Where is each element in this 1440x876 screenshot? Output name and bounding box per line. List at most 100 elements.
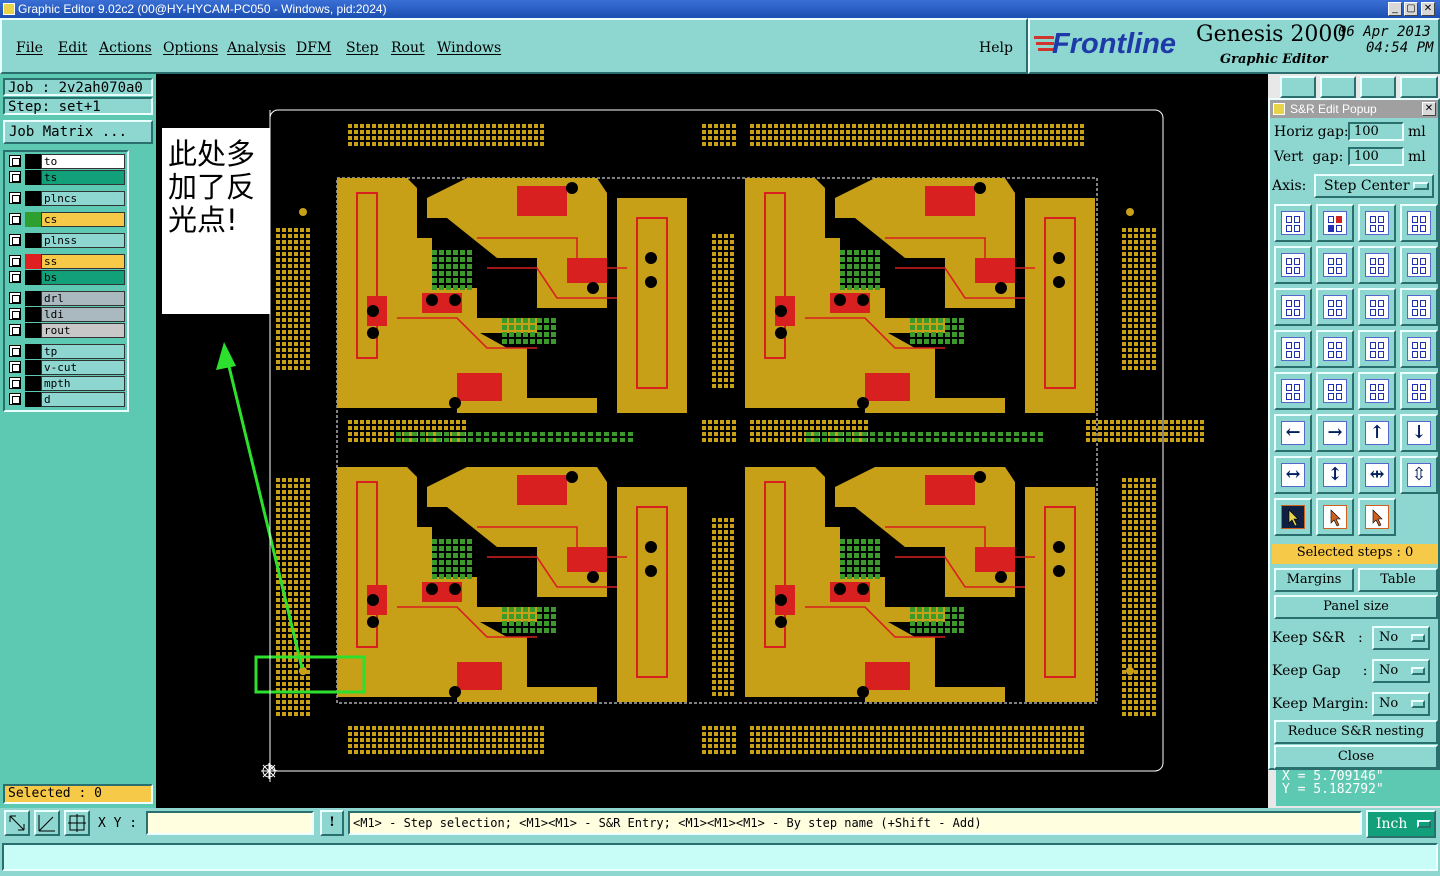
layer-row-d[interactable]: d bbox=[7, 392, 125, 407]
align-left-stack-icon[interactable] bbox=[1274, 330, 1312, 368]
measure-icon[interactable] bbox=[34, 810, 60, 836]
layer-row-tp[interactable]: tp bbox=[7, 344, 125, 359]
menu-edit[interactable]: Edit bbox=[58, 40, 87, 56]
panel-graphic[interactable] bbox=[156, 74, 1268, 808]
layer-checkbox[interactable] bbox=[9, 192, 21, 204]
align-center-stack-icon[interactable] bbox=[1316, 330, 1354, 368]
layer-checkbox[interactable] bbox=[9, 345, 21, 357]
layout-red-icon[interactable] bbox=[1316, 204, 1354, 242]
layer-row-ts[interactable]: ts bbox=[7, 170, 125, 185]
copy-icon[interactable] bbox=[1358, 246, 1396, 284]
xy-input[interactable] bbox=[146, 811, 314, 835]
vert-gap-input[interactable]: 100 bbox=[1348, 147, 1404, 166]
layer-checkbox[interactable] bbox=[9, 213, 21, 225]
menu-help[interactable]: Help bbox=[979, 40, 1013, 56]
minimize-button[interactable]: _ bbox=[1388, 2, 1402, 16]
menu-rout[interactable]: Rout bbox=[391, 40, 425, 56]
select-pointer-icon[interactable] bbox=[1274, 498, 1312, 536]
selected-count: Selected : 0 bbox=[3, 784, 153, 804]
keep-gap-dropdown[interactable]: No bbox=[1372, 659, 1430, 683]
maximize-button[interactable]: ▢ bbox=[1404, 2, 1418, 16]
arrow-up-icon[interactable]: ↑ bbox=[1358, 414, 1396, 452]
layer-checkbox[interactable] bbox=[9, 324, 21, 336]
layer-row-bs[interactable]: bs bbox=[7, 270, 125, 285]
menu-analysis[interactable]: Analysis bbox=[227, 40, 286, 56]
toolbar-button-3[interactable] bbox=[1360, 76, 1396, 98]
move-icon[interactable] bbox=[1274, 246, 1312, 284]
axis-dropdown[interactable]: Step Center bbox=[1314, 174, 1434, 198]
layer-checkbox[interactable] bbox=[9, 234, 21, 246]
arrow-down-icon[interactable]: ↓ bbox=[1400, 414, 1438, 452]
delete-icon[interactable] bbox=[1400, 246, 1438, 284]
job-matrix-button[interactable]: Job Matrix ... bbox=[3, 120, 153, 144]
reduce-sr-nesting-button[interactable]: Reduce S&R nesting bbox=[1274, 720, 1438, 744]
menu-step[interactable]: Step bbox=[346, 40, 378, 56]
shrink-v-icon[interactable]: ⇳ bbox=[1400, 456, 1438, 494]
layer-row-plncs[interactable]: plncs bbox=[7, 191, 125, 206]
expand-h-icon[interactable]: ↔ bbox=[1274, 456, 1312, 494]
layer-checkbox[interactable] bbox=[9, 271, 21, 283]
table-button[interactable]: Table bbox=[1358, 568, 1438, 592]
close-button[interactable]: Close bbox=[1274, 745, 1438, 769]
layout-2x2-icon[interactable] bbox=[1274, 204, 1312, 242]
horiz-gap-input[interactable]: 100 bbox=[1348, 122, 1404, 141]
margins-button[interactable]: Margins bbox=[1274, 568, 1354, 592]
distribute-bottom-icon[interactable] bbox=[1400, 330, 1438, 368]
layer-checkbox[interactable] bbox=[9, 255, 21, 267]
panel-size-button[interactable]: Panel size bbox=[1274, 595, 1438, 619]
keep-margin-dropdown[interactable]: No bbox=[1372, 692, 1430, 716]
align-vcenter-icon[interactable] bbox=[1274, 372, 1312, 410]
graphic-canvas[interactable]: 此处多 加了反 光点! bbox=[156, 74, 1268, 808]
keep-sr-dropdown[interactable]: No bbox=[1372, 626, 1430, 650]
expand-v-icon[interactable]: ↕ bbox=[1316, 456, 1354, 494]
distribute-h2-icon[interactable] bbox=[1358, 372, 1396, 410]
layer-checkbox[interactable] bbox=[9, 361, 21, 373]
shrink-h-icon[interactable]: ⇹ bbox=[1358, 456, 1396, 494]
group-icon[interactable] bbox=[1316, 288, 1354, 326]
layer-checkbox[interactable] bbox=[9, 155, 21, 167]
layer-row-v-cut[interactable]: v-cut bbox=[7, 360, 125, 375]
distribute-top-icon[interactable] bbox=[1358, 330, 1396, 368]
mirror-icon[interactable] bbox=[1274, 288, 1312, 326]
toolbar-button-2[interactable] bbox=[1320, 76, 1356, 98]
layer-row-ss[interactable]: ss bbox=[7, 254, 125, 269]
align-right-stack-icon[interactable] bbox=[1400, 372, 1438, 410]
select-step-2-icon[interactable] bbox=[1358, 498, 1396, 536]
layer-row-to[interactable]: to bbox=[7, 154, 125, 169]
arrow-left-icon[interactable]: ← bbox=[1274, 414, 1312, 452]
move-cross-icon[interactable] bbox=[1316, 246, 1354, 284]
layer-row-ldi[interactable]: ldi bbox=[7, 307, 125, 322]
select-step-icon[interactable] bbox=[1316, 498, 1354, 536]
alert-icon[interactable]: ! bbox=[320, 810, 344, 836]
toolbar-button-1[interactable] bbox=[1280, 76, 1316, 98]
layer-row-cs[interactable]: cs bbox=[7, 212, 125, 227]
unit-dropdown[interactable]: Inch bbox=[1366, 810, 1436, 838]
snap-grid-icon[interactable] bbox=[64, 810, 90, 836]
menu-windows[interactable]: Windows bbox=[437, 40, 501, 56]
layer-row-mpth[interactable]: mpth bbox=[7, 376, 125, 391]
horiz-gap-unit: ml bbox=[1408, 124, 1426, 140]
menu-dfm[interactable]: DFM bbox=[296, 40, 331, 56]
layer-row-plnss[interactable]: plnss bbox=[7, 233, 125, 248]
layer-checkbox[interactable] bbox=[9, 377, 21, 389]
menu-actions[interactable]: Actions bbox=[99, 40, 152, 56]
menu-options[interactable]: Options bbox=[163, 40, 218, 56]
layer-checkbox[interactable] bbox=[9, 393, 21, 405]
toolbar-button-4[interactable] bbox=[1400, 76, 1438, 98]
layer-checkbox[interactable] bbox=[9, 308, 21, 320]
layer-name: v-cut bbox=[41, 360, 125, 375]
layout-nested-icon[interactable] bbox=[1358, 204, 1396, 242]
close-window-button[interactable]: ✕ bbox=[1421, 2, 1435, 16]
distribute-h-icon[interactable] bbox=[1316, 372, 1354, 410]
layer-row-drl[interactable]: drl bbox=[7, 291, 125, 306]
layer-checkbox[interactable] bbox=[9, 292, 21, 304]
menu-file[interactable]: File bbox=[16, 40, 43, 56]
popup-close-icon[interactable]: ✕ bbox=[1422, 102, 1436, 116]
layout-3x3-icon[interactable] bbox=[1400, 204, 1438, 242]
arrow-right-icon[interactable]: → bbox=[1316, 414, 1354, 452]
layer-row-rout[interactable]: rout bbox=[7, 323, 125, 338]
zoom-area-icon[interactable] bbox=[4, 810, 30, 836]
layer-checkbox[interactable] bbox=[9, 171, 21, 183]
swap-icon[interactable] bbox=[1358, 288, 1396, 326]
rotate-icon[interactable] bbox=[1400, 288, 1438, 326]
